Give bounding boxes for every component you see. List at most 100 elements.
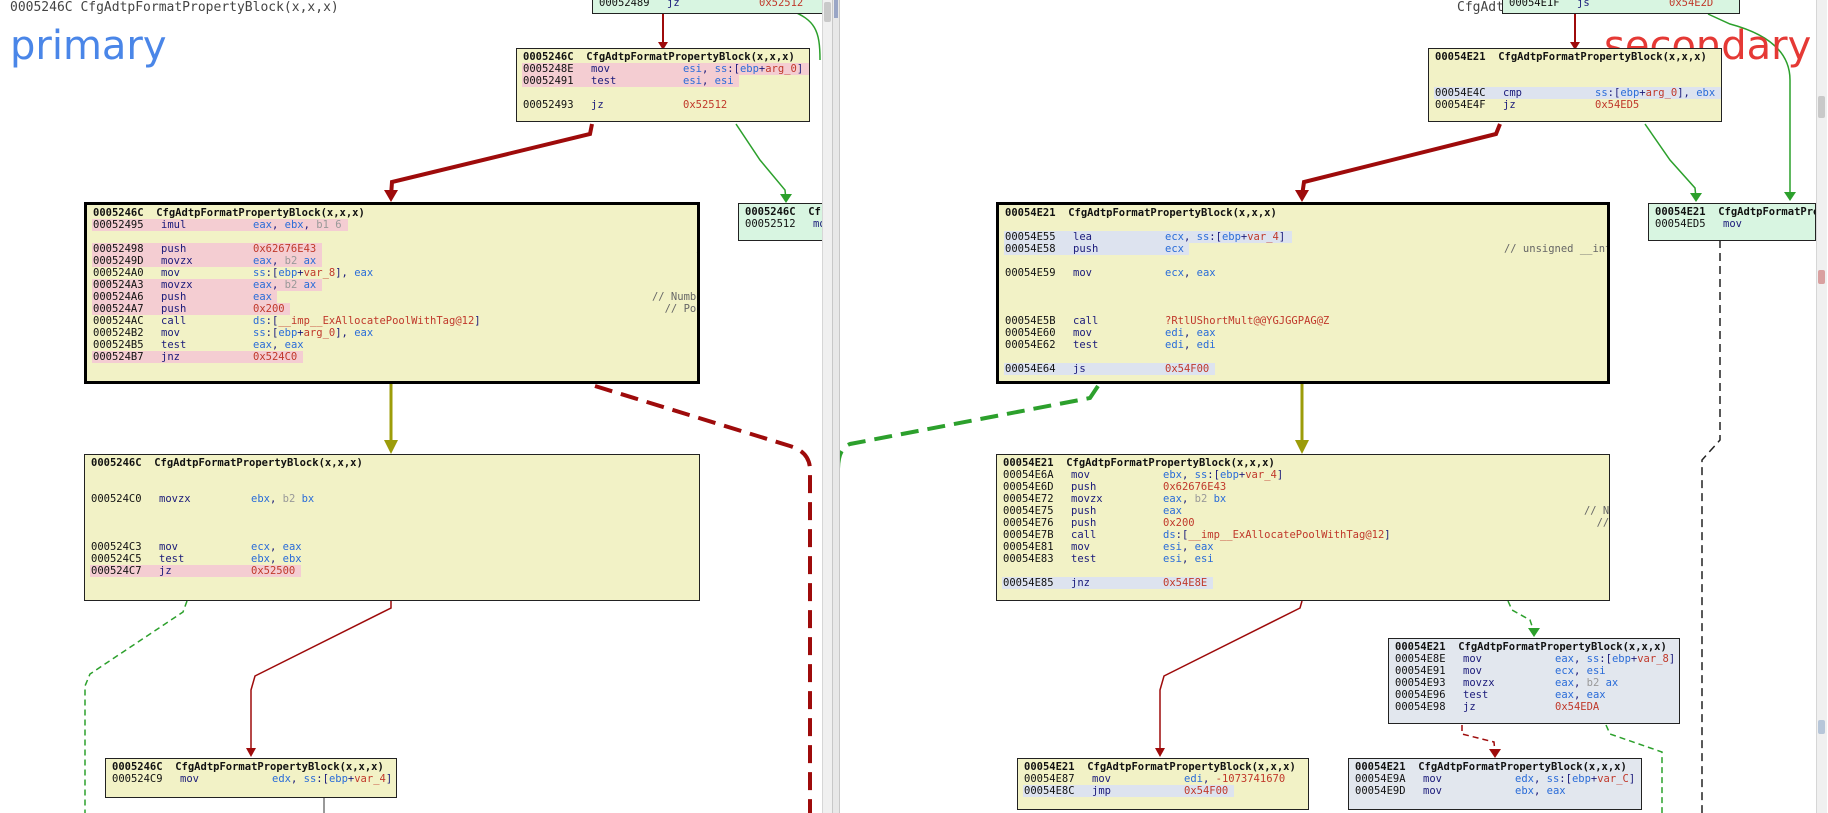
instruction-row[interactable]: 00054E83 test esi, esi — [1003, 553, 1603, 565]
instruction-mnemonic: jnz — [161, 351, 180, 363]
instruction-row[interactable] — [91, 469, 693, 481]
instruction-row[interactable]: 00054E8E mov eax, ss:[ebp+var_8] — [1395, 653, 1675, 665]
edge-false[interactable] — [1300, 123, 1502, 197]
instruction-row[interactable]: 00054E1F js 0x54E2D — [1509, 0, 1733, 9]
edge-false[interactable] — [389, 123, 594, 197]
basic-block-selected[interactable]: 00054E21 CfgAdtpFormatPropertyBlock(x,x,… — [996, 202, 1610, 384]
edge-false[interactable] — [250, 601, 392, 752]
instruction-row[interactable] — [1005, 351, 1601, 363]
instruction-row[interactable]: 00052495 imul eax, ebx, b1 6 — [92, 219, 691, 231]
instruction-row[interactable]: 000524AC call ds:[__imp__ExAllocatePoolWit… — [93, 315, 691, 327]
instruction-row[interactable]: 000524B5 test eax, eax — [93, 339, 691, 351]
primary-graph-pane[interactable]: 0005246C CfgAdtpFormatPropertyBlock(x,x,… — [0, 0, 832, 813]
instruction-row[interactable]: 00054E91 mov ecx, esi — [1395, 665, 1673, 677]
instruction-row[interactable]: 0005248E mov esi, ss:[ebp+arg_0] — [522, 63, 809, 75]
primary-vertical-scrollbar[interactable] — [822, 0, 832, 813]
instruction-row[interactable] — [1005, 303, 1601, 315]
instruction-row[interactable]: 00054E96 test eax, eax — [1395, 689, 1673, 701]
block-header: 00054E21 CfgAdtpFormatPropertyBlock(x,x,… — [1355, 761, 1627, 773]
scrollbar-thumb[interactable] — [1818, 96, 1825, 118]
instruction-row[interactable] — [1005, 255, 1601, 267]
instruction-row[interactable] — [1003, 565, 1603, 577]
basic-block[interactable]: 0005246C Cf 00052512 mo — [738, 203, 832, 241]
basic-block[interactable]: 00054E21 CfgAdtpFormatPropertyF00054ED5 m… — [1648, 203, 1816, 241]
instruction-row[interactable] — [91, 505, 693, 517]
instruction-row[interactable]: 0005249D movzx eax, b2 ax — [92, 255, 691, 267]
instruction-row[interactable]: 00054E9D mov ebx, eax — [1355, 785, 1635, 797]
instruction-row[interactable]: 000524C3 mov ecx, eax — [91, 541, 693, 553]
instruction-row[interactable]: 00054E76 push 0x200 // PoolType — [1003, 517, 1609, 529]
basic-block-selected[interactable]: 0005246C CfgAdtpFormatPropertyBlock(x,x,… — [84, 202, 700, 384]
basic-block[interactable]: 00054E21 CfgAdtpFormatPropertyBlock(x,x,… — [1017, 758, 1309, 810]
instruction-row[interactable]: 00054E4F jz 0x54ED5 — [1435, 99, 1715, 111]
instruction-row[interactable]: 00054E98 jz 0x54EDA — [1395, 701, 1673, 713]
instruction-row[interactable]: 00052489 jz 0x52512 — [599, 0, 819, 9]
instruction-row[interactable] — [91, 517, 693, 529]
instruction-row[interactable]: 00052491 test esi, esi — [522, 75, 803, 87]
instruction-row[interactable]: 000524C5 test ebx, ebx — [91, 553, 693, 565]
instruction-row[interactable]: 00054E4C cmp ss:[ebp+arg_0], ebx — [1434, 87, 1721, 99]
edge-true[interactable] — [1644, 123, 1697, 199]
basic-block[interactable]: 00054E21 CfgAdtpFormatPropertyBlock(x,x,… — [1428, 48, 1722, 122]
basic-block[interactable]: 00054E21 CfgAdtpFormatPropertyBlock(x,x,… — [996, 454, 1610, 601]
instruction-row[interactable]: 000524B7 jnz 0x524C0 — [92, 351, 691, 363]
instruction-row[interactable] — [1005, 219, 1601, 231]
instruction-row[interactable]: 000524B2 mov ss:[ebp+arg_0], eax — [93, 327, 691, 339]
instruction-row[interactable]: 000524A0 mov ss:[ebp+var_8], eax — [93, 267, 691, 279]
instruction-row[interactable]: 00054E60 mov edi, eax — [1005, 327, 1601, 339]
edge-false-dashed[interactable] — [1461, 725, 1496, 754]
instruction-row[interactable]: 00054E5B call ?RtlUShortMult@@YGJGGPAG@Z — [1005, 315, 1601, 327]
instruction-row[interactable]: 00054E93 movzx eax, b2 ax — [1395, 677, 1673, 689]
basic-block[interactable]: 0005246C CfgAdtpFormatPropertyBlock(x,x,… — [105, 758, 397, 798]
instruction-row[interactable]: 00054E62 test edi, edi — [1005, 339, 1601, 351]
instruction-row[interactable] — [91, 529, 693, 541]
instruction-row[interactable] — [91, 481, 693, 493]
instruction-row[interactable] — [1435, 75, 1715, 87]
basic-block[interactable]: 0005246C CfgAdtpFormatPropertyBlock(x,x,… — [516, 48, 810, 122]
instruction-row[interactable]: 00054E6A mov ebx, ss:[ebp+var_4] — [1003, 469, 1603, 481]
instruction-row[interactable]: 000524C7 jz 0x52500 — [90, 565, 693, 577]
basic-block[interactable]: 00054E1F js 0x54E2D — [1502, 0, 1740, 14]
instruction-row[interactable]: 000524A7 push 0x200 // PoolType — [92, 303, 697, 315]
instruction-row[interactable]: 00052498 push 0x62676E43 // Tag — [92, 243, 697, 255]
instruction-row[interactable]: 00054E81 mov esi, eax — [1003, 541, 1603, 553]
basic-block[interactable]: 00054E21 CfgAdtpFormatPropertyBlock(x,x,… — [1388, 638, 1680, 724]
instruction-row[interactable]: 00054E87 mov edi, -1073741670 — [1024, 773, 1302, 785]
instruction-row[interactable]: 00054E6Dpush0x62676E43// Tag — [1003, 481, 1603, 493]
edge-false[interactable] — [1159, 600, 1303, 752]
instruction-row[interactable]: 00054E8C jmp 0x54F00 — [1023, 785, 1302, 797]
instruction-row[interactable] — [1435, 63, 1715, 75]
edge-true-dashed[interactable] — [1507, 600, 1535, 633]
instruction-row[interactable]: 00054E58 push ecx // unsigned __int16 — [1004, 243, 1607, 255]
instruction-row[interactable]: 000524A3 movzx eax, b2 ax — [92, 279, 691, 291]
basic-block[interactable]: 00052489 jz 0x52512 — [592, 0, 826, 14]
instruction-row[interactable]: 00054E59 mov ecx, eax — [1005, 267, 1601, 279]
instruction-row[interactable] — [523, 87, 803, 99]
instruction-row[interactable]: 00054E55 lea ecx, ss:[ebp+var_4] — [1004, 231, 1601, 243]
instruction-row[interactable]: 00052493 jz 0x52512 — [523, 99, 803, 111]
basic-block[interactable]: 00054E21 CfgAdtpFormatPropertyBlock(x,x,… — [1348, 758, 1642, 810]
instruction-row[interactable]: 000524C9 mov edx, ss:[ebp+var_4] — [112, 773, 392, 785]
instruction-row[interactable] — [1005, 279, 1601, 291]
instruction-row[interactable]: 00054ED5 mov — [1655, 218, 1809, 230]
secondary-vertical-scrollbar[interactable] — [1816, 0, 1827, 813]
instruction-row[interactable]: 000524C0 movzx ebx, b2 bx — [91, 493, 693, 505]
instruction-address: 00054E87 — [1024, 773, 1075, 785]
instruction-row[interactable]: 00054E75 push eax // NumberOfBytes — [1003, 505, 1609, 517]
edge-dashed[interactable] — [1701, 240, 1721, 813]
instruction-row[interactable] — [93, 231, 691, 243]
instruction-row[interactable]: 00054E9A mov edx, ss:[ebp+var_C] — [1355, 773, 1635, 785]
secondary-graph-pane[interactable]: CfgAdt secondary 00054E1F js 0x54E2D 00054… — [840, 0, 1828, 813]
splitter-grip[interactable] — [834, 0, 838, 18]
edge-true[interactable] — [735, 123, 787, 201]
instruction-row[interactable]: 00054E72 movzx eax, b2 bx — [1003, 493, 1603, 505]
instruction-row[interactable]: 000524A6 push eax // NumberOfBytes — [92, 291, 697, 303]
instruction-row[interactable] — [1005, 291, 1601, 303]
instruction-row[interactable]: 00054E64 js 0x54F00 — [1004, 363, 1601, 375]
basic-block[interactable]: 0005246C CfgAdtpFormatPropertyBlock(x,x,… — [84, 454, 700, 601]
instruction-row[interactable]: 00054E85 jnz 0x54E8E — [1002, 577, 1603, 589]
instruction-row[interactable]: 00054E7B call ds:[__imp__ExAllocatePoolWit… — [1003, 529, 1603, 541]
scrollbar-thumb[interactable] — [824, 2, 831, 22]
instruction-row[interactable]: 00052512 mo — [745, 218, 832, 230]
pane-splitter[interactable] — [832, 0, 840, 813]
